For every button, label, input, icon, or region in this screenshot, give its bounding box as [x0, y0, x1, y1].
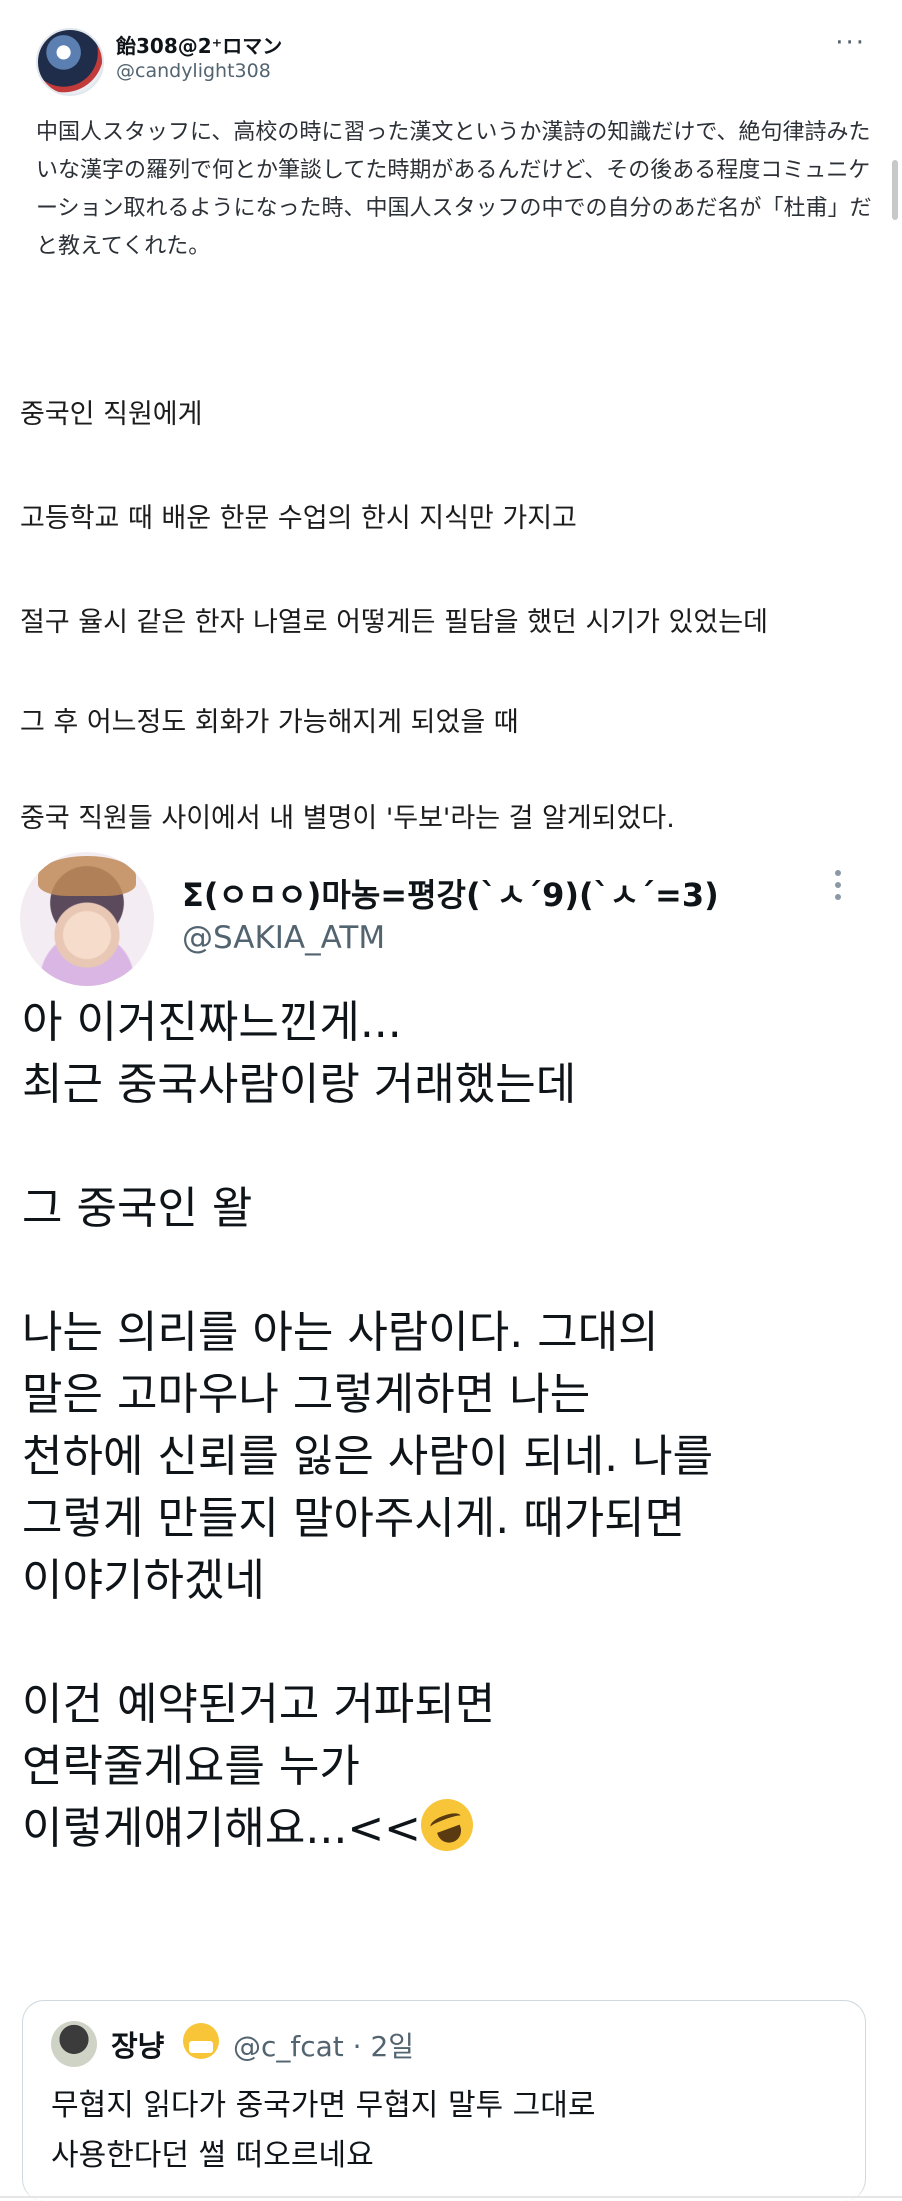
mask-face-emoji [183, 2023, 219, 2059]
tweet-line: 최근 중국사람이랑 거래했는데 [22, 1059, 577, 1110]
translation-line: 그 후 어느정도 회화가 가능해지게 되었을 때 [20, 707, 519, 738]
rolling-on-floor-laughing-emoji [413, 1791, 481, 1859]
tweet-line: 아 이거진짜느낀게... [22, 997, 402, 1048]
tweet-text-japanese: 中国人スタッフに、高校の時に習った漢文というか漢詩の知識だけで、絶句律詩みたいな… [36, 120, 872, 259]
quoted-text: 무협지 읽다가 중국가면 무협지 말투 그대로 사용한다던 썰 떠오르네요 [51, 2081, 595, 2181]
tweet-line [22, 1240, 882, 1302]
first-tweet: 飴308@2⁺ロマン @candylight308 ··· 中国人スタッフに、高… [0, 0, 902, 850]
avatar[interactable] [51, 2021, 97, 2067]
tweet-line: 말은 고마우나 그렇게하면 나는 [22, 1369, 591, 1420]
tweet-line: 이렇게얘기해요...<< [22, 1803, 422, 1854]
tweet-line [22, 1116, 882, 1178]
tweet-line: 천하에 신뢰를 잃은 사람이 되네. 나를 [22, 1431, 714, 1482]
tweet-text: 아 이거진짜느낀게... 최근 중국사람이랑 거래했는데 그 중국인 왈 나는 … [22, 992, 882, 1860]
translation-line: 중국 직원들 사이에서 내 별명이 '두보'라는 걸 알게되었다. [20, 803, 675, 834]
tweet-line: 나는 의리를 아는 사람이다. 그대의 [22, 1307, 659, 1358]
avatar-hat [38, 856, 136, 896]
display-name[interactable]: 장냥 [111, 2023, 164, 2065]
avatar[interactable] [36, 28, 104, 96]
translation-line: 고등학교 때 배운 한문 수업의 한시 지식만 가지고 [20, 503, 577, 534]
tweet-line-last: 이렇게얘기해요...<< [22, 1791, 882, 1860]
tweet-line: 이야기하겠네 [22, 1555, 265, 1606]
quoted-line: 무협지 읽다가 중국가면 무협지 말투 그대로 [51, 2088, 596, 2123]
quoted-line: 사용한다던 썰 떠오르네요 [51, 2138, 374, 2173]
avatar[interactable] [20, 852, 154, 986]
tweet-line: 그 중국인 왈 [22, 1183, 253, 1234]
user-handle[interactable]: @SAKIA_ATM [182, 920, 385, 956]
translation-line: 절구 율시 같은 한자 나열로 어떻게든 필담을 했던 시기가 있었는데 [20, 607, 768, 638]
user-handle[interactable]: @candylight308 [116, 60, 271, 82]
display-name[interactable]: 飴308@2⁺ロマン [116, 30, 282, 59]
vertical-ellipsis-icon[interactable] [832, 870, 844, 906]
quoted-tweet[interactable]: 장냥 @c_fcat · 2일 무협지 읽다가 중국가면 무협지 말투 그대로 … [22, 2000, 866, 2201]
ellipsis-icon[interactable]: ··· [835, 28, 866, 58]
handle-and-time[interactable]: @c_fcat · 2일 [233, 2025, 414, 2065]
tweet-line: 연락줄게요를 누가 [22, 1741, 360, 1792]
tweet-line: 이건 예약된거고 거파되면 [22, 1679, 496, 1730]
tweet-line [22, 1612, 882, 1674]
tweet-line: 그렇게 만들지 말아주시게. 때가되면 [22, 1493, 686, 1544]
translation-line: 중국인 직원에게 [20, 399, 203, 430]
display-name[interactable]: Σ(ㅇㅁㅇ)마농=평강(`ㅅ´9)(`ㅅ´=3) [182, 870, 719, 916]
